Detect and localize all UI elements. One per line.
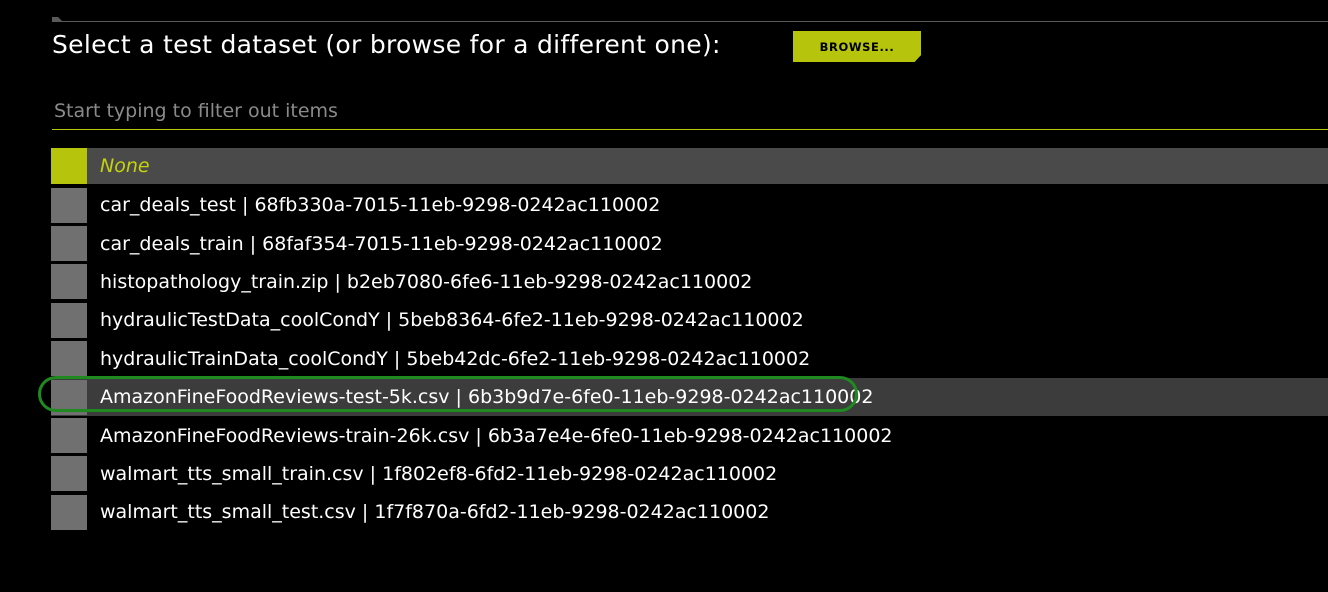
checkbox[interactable] [51,379,87,415]
browse-button[interactable]: BROWSE... [793,31,921,62]
checkbox[interactable] [51,341,87,377]
checkbox[interactable] [51,264,87,300]
list-item-none[interactable]: None [51,148,1328,184]
list-item-label: walmart_tts_small_train.csv | 1f802ef8-6… [100,462,778,485]
checkbox[interactable] [51,418,87,454]
list-item[interactable]: car_deals_train | 68faf354-7015-11eb-929… [51,224,1328,262]
checkbox[interactable] [51,187,87,223]
checkbox[interactable] [51,302,87,338]
checkbox[interactable] [51,226,87,262]
dataset-list: None car_deals_test | 68fb330a-7015-11eb… [51,148,1328,532]
list-item-hovered[interactable]: AmazonFineFoodReviews-test-5k.csv | 6b3b… [51,377,1328,417]
list-item-label: walmart_tts_small_test.csv | 1f7f870a-6f… [100,501,770,524]
list-item[interactable]: histopathology_train.zip | b2eb7080-6fe6… [51,263,1328,301]
filter-input[interactable] [52,92,1328,130]
list-item[interactable]: hydraulicTrainData_coolCondY | 5beb42dc-… [51,340,1328,378]
list-item-label: histopathology_train.zip | b2eb7080-6fe6… [100,270,753,293]
list-item-label: AmazonFineFoodReviews-test-5k.csv | 6b3b… [100,386,874,409]
list-item[interactable]: AmazonFineFoodReviews-train-26k.csv | 6b… [51,416,1328,454]
top-divider [52,21,1328,22]
checkbox-selected[interactable] [51,148,87,184]
checkbox[interactable] [51,494,87,530]
dataset-selector-page: Select a test dataset (or browse for a d… [0,0,1328,592]
checkbox[interactable] [51,456,87,492]
list-item-label: None [100,155,150,177]
list-item[interactable]: hydraulicTestData_coolCondY | 5beb8364-6… [51,301,1328,339]
list-item-label: car_deals_train | 68faf354-7015-11eb-929… [100,232,663,255]
list-item-label: car_deals_test | 68fb330a-7015-11eb-9298… [100,194,661,217]
list-item-label: AmazonFineFoodReviews-train-26k.csv | 6b… [100,424,893,447]
list-item[interactable]: car_deals_test | 68fb330a-7015-11eb-9298… [51,186,1328,224]
list-item-label: hydraulicTestData_coolCondY | 5beb8364-6… [100,309,804,332]
list-item[interactable]: walmart_tts_small_test.csv | 1f7f870a-6f… [51,493,1328,531]
page-title: Select a test dataset (or browse for a d… [52,30,721,59]
list-item[interactable]: walmart_tts_small_train.csv | 1f802ef8-6… [51,455,1328,493]
list-item-label: hydraulicTrainData_coolCondY | 5beb42dc-… [100,347,811,370]
